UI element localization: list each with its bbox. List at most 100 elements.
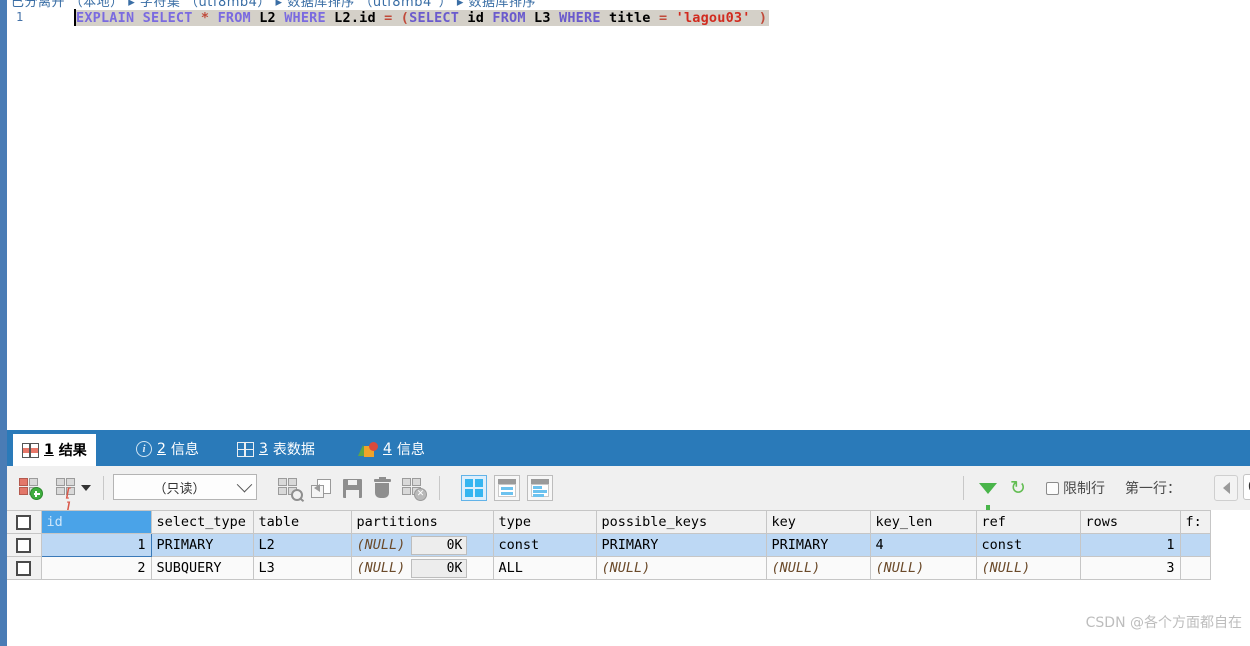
cell-key[interactable]: PRIMARY	[766, 533, 871, 557]
cell-rows[interactable]: 1	[1080, 533, 1181, 557]
filter-button[interactable]	[975, 473, 1001, 512]
cell-select_type[interactable]: PRIMARY	[151, 533, 254, 557]
cell-filtered[interactable]	[1180, 556, 1211, 580]
sql-token-31: 'lagou03'	[675, 10, 751, 26]
cell-id[interactable]: 1	[40, 533, 152, 557]
sql-token-4: *	[200, 10, 210, 26]
cell-null-label: (NULL)	[356, 537, 406, 553]
top-clipped-text: 已分离开 （本地） ▸ 字符集 （utf8mb4） ▸ 数据库排序 （utf8m…	[11, 0, 537, 8]
view-grid-button[interactable]	[460, 473, 488, 503]
sql-token-23: L3	[534, 10, 551, 26]
cell-table[interactable]: L3	[253, 556, 352, 580]
row-select-cell[interactable]	[7, 533, 42, 557]
column-header-ref[interactable]: ref	[976, 510, 1081, 534]
tab-info-1[interactable]: i 2 信息	[127, 432, 208, 466]
cell-partitions[interactable]: (NULL) 0K	[351, 556, 494, 580]
tab-table-data-number: 3	[259, 441, 268, 457]
column-header-id[interactable]: id	[41, 510, 152, 534]
sql-token-21: FROM	[492, 10, 526, 26]
sql-query-text[interactable]: EXPLAIN SELECT * FROM L2 WHERE L2.id = (…	[76, 10, 770, 26]
row-select-cell[interactable]	[7, 556, 42, 580]
tab-result[interactable]: 1 结果	[13, 434, 96, 466]
tab-info-1-number: 2	[157, 441, 166, 457]
cell-table[interactable]: L2	[253, 533, 352, 557]
sql-token-15	[392, 10, 400, 26]
cell-null-label: (NULL)	[601, 560, 651, 576]
cell-select_type[interactable]: SUBQUERY	[151, 556, 254, 580]
sql-editor[interactable]: 1 EXPLAIN SELECT * FROM L2 WHERE L2.id =…	[7, 8, 1250, 430]
sql-token-2: SELECT	[142, 10, 193, 26]
column-header-type[interactable]: type	[493, 510, 597, 534]
row-checkbox[interactable]	[16, 537, 32, 553]
cell-partitions[interactable]: (NULL) 0K	[351, 533, 494, 557]
cell-possible_keys[interactable]: PRIMARY	[596, 533, 767, 557]
column-header-key[interactable]: key	[766, 510, 871, 534]
cell-ref[interactable]: const	[976, 533, 1081, 557]
chevron-down-icon[interactable]	[80, 485, 91, 491]
edit-mode-select[interactable]: （只读）	[113, 474, 257, 500]
view-form-button[interactable]	[493, 473, 521, 503]
sql-token-13	[376, 10, 384, 26]
cell-type[interactable]: ALL	[493, 556, 597, 580]
cell-type[interactable]: const	[493, 533, 597, 557]
refresh-button[interactable]: ↻	[1007, 473, 1033, 503]
cell-ref[interactable]: (NULL)	[976, 556, 1081, 580]
cell-key_len[interactable]: 4	[870, 533, 977, 557]
cell-id[interactable]: 2	[41, 556, 152, 580]
limit-rows-checkbox[interactable]	[1044, 473, 1060, 503]
sql-token-9	[276, 10, 284, 26]
cell-size-badge[interactable]: 0K	[411, 558, 468, 578]
column-header-select_type[interactable]: select_type	[151, 510, 254, 534]
tab-result-number: 1	[44, 442, 54, 458]
cell-rows[interactable]: 3	[1080, 556, 1181, 580]
sql-token-30	[667, 10, 675, 26]
cell-size-badge[interactable]: 0K	[411, 535, 468, 555]
sql-token-12: L2.id	[334, 10, 376, 26]
cell-possible_keys[interactable]: (NULL)	[596, 556, 767, 580]
sql-token-33: )	[758, 10, 768, 26]
sql-token-22	[526, 10, 534, 26]
tab-info-2-label: 信息	[396, 442, 425, 458]
row-checkbox[interactable]	[16, 560, 32, 576]
table-row[interactable]: 1 PRIMARY L2 (NULL) 0K const PRIMARY PRIMARY 4 co…	[7, 533, 1211, 557]
sql-token-24	[551, 10, 559, 26]
column-header-rows[interactable]: rows	[1080, 510, 1181, 534]
add-row-button[interactable]	[15, 473, 45, 503]
view-text-button[interactable]	[526, 473, 554, 503]
select-all-cell[interactable]	[7, 510, 42, 534]
cell-filtered[interactable]	[1180, 533, 1211, 557]
sql-token-17: SELECT	[409, 10, 460, 26]
sql-token-0: EXPLAIN	[76, 10, 135, 26]
grid-brackets-icon: [ ]	[55, 478, 78, 514]
refresh-icon: ↻	[1010, 477, 1026, 499]
tab-info-2[interactable]: 4 信息	[349, 432, 434, 466]
table-row[interactable]: 2 SUBQUERY L3 (NULL) 0K ALL (NULL) (NULL) (NULL)…	[7, 556, 1211, 580]
save-button[interactable]	[339, 473, 365, 503]
column-header-table[interactable]: table	[253, 510, 352, 534]
toolbar-separator-2	[439, 476, 440, 500]
tab-table-data[interactable]: 3 表数据	[228, 432, 324, 466]
view-grid-icon	[461, 475, 487, 501]
grid-cancel-icon: ✕	[402, 478, 427, 501]
arrow-left-icon	[1214, 475, 1238, 501]
insert-row-button[interactable]: [ ]	[51, 473, 95, 514]
sql-token-3	[193, 10, 201, 26]
find-in-grid-button[interactable]	[275, 473, 303, 503]
result-data-grid[interactable]: id select_type table partitions type possible…	[7, 510, 1250, 646]
select-all-checkbox[interactable]	[16, 514, 32, 530]
export-button[interactable]	[307, 473, 335, 503]
save-floppy-icon	[342, 478, 362, 498]
prev-page-button[interactable]	[1214, 473, 1238, 503]
cancel-edit-button[interactable]: ✕	[399, 473, 427, 503]
column-header-key_len[interactable]: key_len	[870, 510, 977, 534]
cell-key_len[interactable]: (NULL)	[870, 556, 977, 580]
column-header-filtered[interactable]: f:	[1180, 510, 1211, 534]
grid-search-icon	[278, 478, 303, 501]
delete-row-button[interactable]	[369, 473, 395, 503]
first-row-input[interactable]: 0	[1243, 474, 1250, 500]
cell-key[interactable]: (NULL)	[766, 556, 871, 580]
watermark: CSDN @各个方面都自在	[1085, 615, 1242, 631]
column-header-partitions[interactable]: partitions	[351, 510, 494, 534]
export-grid-icon	[311, 478, 331, 498]
column-header-possible_keys[interactable]: possible_keys	[596, 510, 767, 534]
